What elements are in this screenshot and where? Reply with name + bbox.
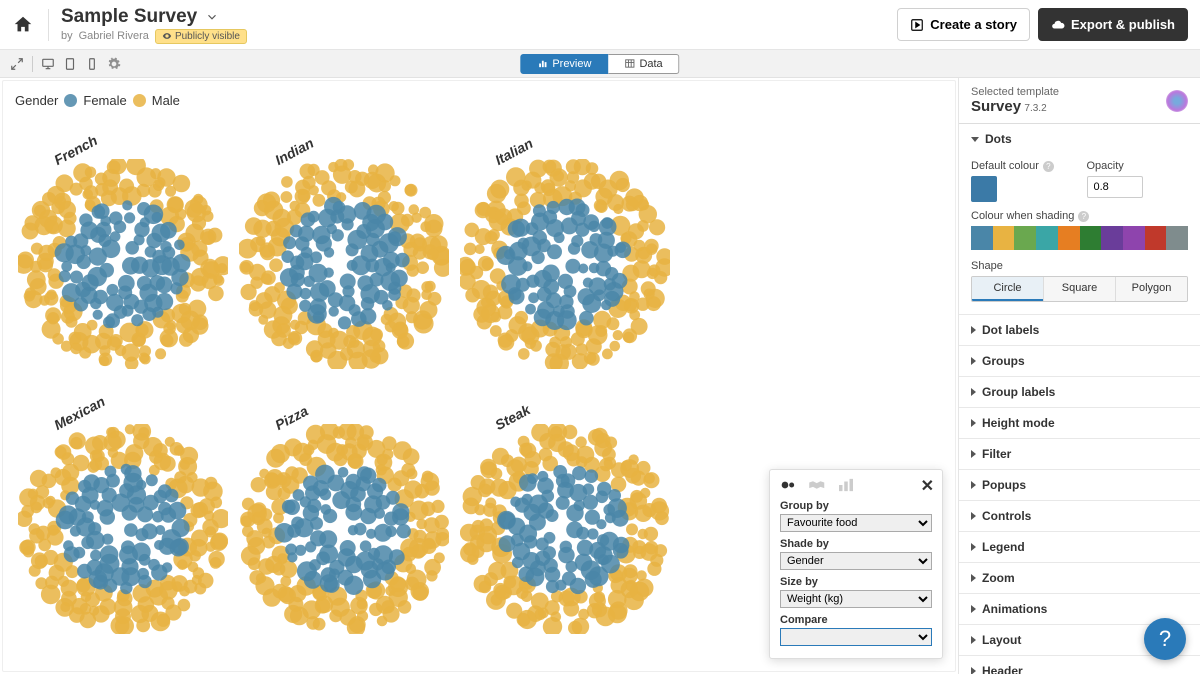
palette-swatch[interactable] [1058, 226, 1080, 250]
cluster: Indian [234, 131, 455, 396]
shape-square[interactable]: Square [1043, 277, 1115, 301]
cluster: Mexican [13, 396, 234, 661]
palette-swatch[interactable] [1101, 226, 1123, 250]
cluster: Steak [454, 396, 675, 661]
palette-swatch[interactable] [971, 226, 993, 250]
default-colour-swatch[interactable] [971, 176, 997, 202]
visibility-badge[interactable]: Publicly visible [155, 29, 247, 44]
palette-swatch[interactable] [1166, 226, 1188, 250]
section-group-labels[interactable]: Group labels [959, 377, 1200, 407]
section-groups[interactable]: Groups [959, 346, 1200, 376]
cloud-icon [1051, 18, 1065, 32]
section-legend[interactable]: Legend [959, 532, 1200, 562]
section-popups[interactable]: Popups [959, 470, 1200, 500]
home-icon[interactable] [12, 14, 34, 36]
palette-swatch[interactable] [1014, 226, 1036, 250]
legend-female: Female [83, 93, 126, 108]
expand-icon[interactable] [10, 57, 24, 71]
section-filter[interactable]: Filter [959, 439, 1200, 469]
cluster: Italian [454, 131, 675, 396]
legend-dot-female [64, 94, 77, 107]
tablet-icon[interactable] [63, 57, 77, 71]
shape-circle[interactable]: Circle [972, 277, 1043, 301]
help-icon[interactable]: ? [1043, 161, 1054, 172]
cluster: Pizza [234, 396, 455, 661]
play-icon [910, 18, 924, 32]
palette-swatch[interactable] [1123, 226, 1145, 250]
close-icon[interactable]: ✕ [921, 476, 934, 496]
shade-by-label: Shade by [780, 538, 932, 550]
section-controls[interactable]: Controls [959, 501, 1200, 531]
selected-template-label: Selected template [971, 86, 1059, 98]
desktop-icon[interactable] [41, 57, 55, 71]
eye-icon [162, 31, 172, 41]
dots-mode-icon[interactable] [780, 478, 800, 492]
help-button[interactable]: ? [1144, 618, 1186, 660]
chevron-down-icon[interactable] [205, 10, 219, 24]
palette-swatch[interactable] [1080, 226, 1102, 250]
compare-select[interactable] [780, 628, 932, 646]
palette-swatch[interactable] [1145, 226, 1167, 250]
template-thumb[interactable] [1166, 90, 1188, 112]
legend: Gender Female Male [15, 93, 943, 108]
byline-prefix: by [61, 30, 73, 42]
palette-swatch[interactable] [993, 226, 1015, 250]
template-version: 7.3.2 [1024, 103, 1046, 114]
gear-icon[interactable] [107, 57, 121, 71]
opacity-input[interactable] [1087, 176, 1143, 198]
section-zoom[interactable]: Zoom [959, 563, 1200, 593]
palette-swatch[interactable] [1036, 226, 1058, 250]
export-publish-button[interactable]: Export & publish [1038, 8, 1188, 41]
preview-tab[interactable]: Preview [520, 54, 608, 74]
controls-panel: ✕ Group by Favourite food Shade by Gende… [769, 469, 943, 659]
template-name: Survey [971, 98, 1021, 115]
section-height-mode[interactable]: Height mode [959, 408, 1200, 438]
map-mode-icon[interactable] [808, 478, 828, 492]
page-title[interactable]: Sample Survey [61, 6, 197, 28]
table-icon [624, 58, 635, 69]
shading-palette[interactable] [971, 226, 1188, 250]
legend-dot-male [133, 94, 146, 107]
compare-label: Compare [780, 614, 932, 626]
section-dots[interactable]: Dots [959, 124, 1200, 154]
size-by-select[interactable]: Weight (kg) [780, 590, 932, 608]
settings-sidebar: Selected template Survey 7.3.2 Dots Defa… [958, 78, 1200, 674]
bar-mode-icon[interactable] [836, 478, 856, 492]
group-by-label: Group by [780, 500, 932, 512]
chart-canvas: Gender Female Male FrenchIndianItalian Me… [2, 80, 956, 672]
legend-male: Male [152, 93, 180, 108]
group-by-select[interactable]: Favourite food [780, 514, 932, 532]
cluster: French [13, 131, 234, 396]
section-dot-labels[interactable]: Dot labels [959, 315, 1200, 345]
size-by-label: Size by [780, 576, 932, 588]
chart-icon [537, 58, 548, 69]
shape-polygon[interactable]: Polygon [1115, 277, 1187, 301]
shade-by-select[interactable]: Gender [780, 552, 932, 570]
title-area: Sample Survey by Gabriel Rivera Publicly… [61, 6, 897, 44]
create-story-button[interactable]: Create a story [897, 8, 1030, 41]
data-tab[interactable]: Data [608, 54, 679, 74]
mobile-icon[interactable] [85, 57, 99, 71]
legend-title: Gender [15, 93, 58, 108]
author-link[interactable]: Gabriel Rivera [79, 30, 149, 42]
help-icon[interactable]: ? [1078, 211, 1089, 222]
